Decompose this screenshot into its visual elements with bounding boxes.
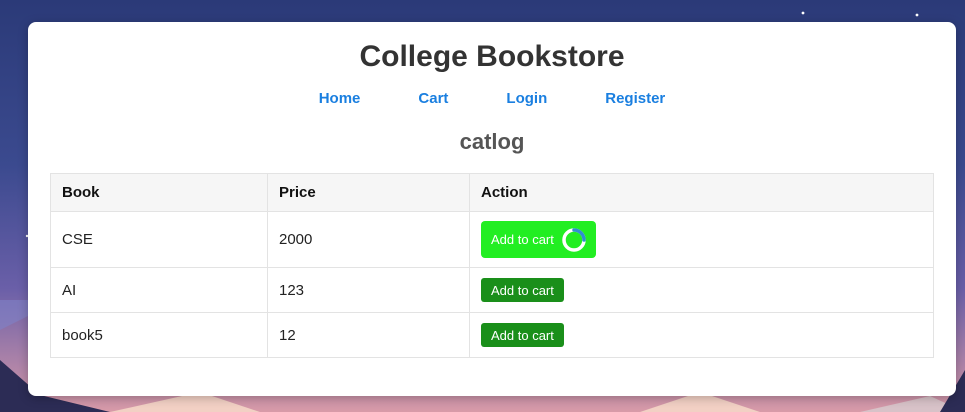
main-nav: Home Cart Login Register — [28, 90, 956, 107]
nav-link-cart[interactable]: Cart — [389, 90, 477, 107]
catalog-heading: catlog — [459, 129, 525, 154]
site-title: College Bookstore — [359, 40, 625, 73]
table-header-row: Book Price Action — [50, 173, 934, 212]
price-cell: 2000 — [267, 211, 470, 268]
table-row: AI 123 Add to cart — [50, 267, 934, 313]
add-to-cart-label: Add to cart — [491, 232, 554, 247]
action-cell: Add to cart — [469, 312, 934, 358]
column-header-price: Price — [267, 173, 470, 212]
nav-link-login[interactable]: Login — [477, 90, 576, 107]
price-cell: 123 — [267, 267, 470, 313]
add-to-cart-button[interactable]: Add to cart — [481, 221, 596, 258]
action-cell: Add to cart — [469, 211, 934, 268]
book-cell: AI — [50, 267, 268, 313]
column-header-action: Action — [469, 173, 934, 212]
add-to-cart-button[interactable]: Add to cart — [481, 278, 564, 302]
nav-link-register[interactable]: Register — [576, 90, 694, 107]
action-cell: Add to cart — [469, 267, 934, 313]
table-row: CSE 2000 Add to cart — [50, 211, 934, 268]
column-header-book: Book — [50, 173, 268, 212]
book-cell: book5 — [50, 312, 268, 358]
table-row: book5 12 Add to cart — [50, 312, 934, 358]
catalog-table: Book Price Action CSE 2000 Add to cart A… — [50, 173, 934, 358]
nav-link-home[interactable]: Home — [290, 90, 390, 107]
price-cell: 12 — [267, 312, 470, 358]
book-cell: CSE — [50, 211, 268, 268]
loading-spinner-icon — [562, 227, 586, 252]
add-to-cart-button[interactable]: Add to cart — [481, 323, 564, 347]
main-card: College Bookstore Home Cart Login Regist… — [28, 22, 956, 396]
